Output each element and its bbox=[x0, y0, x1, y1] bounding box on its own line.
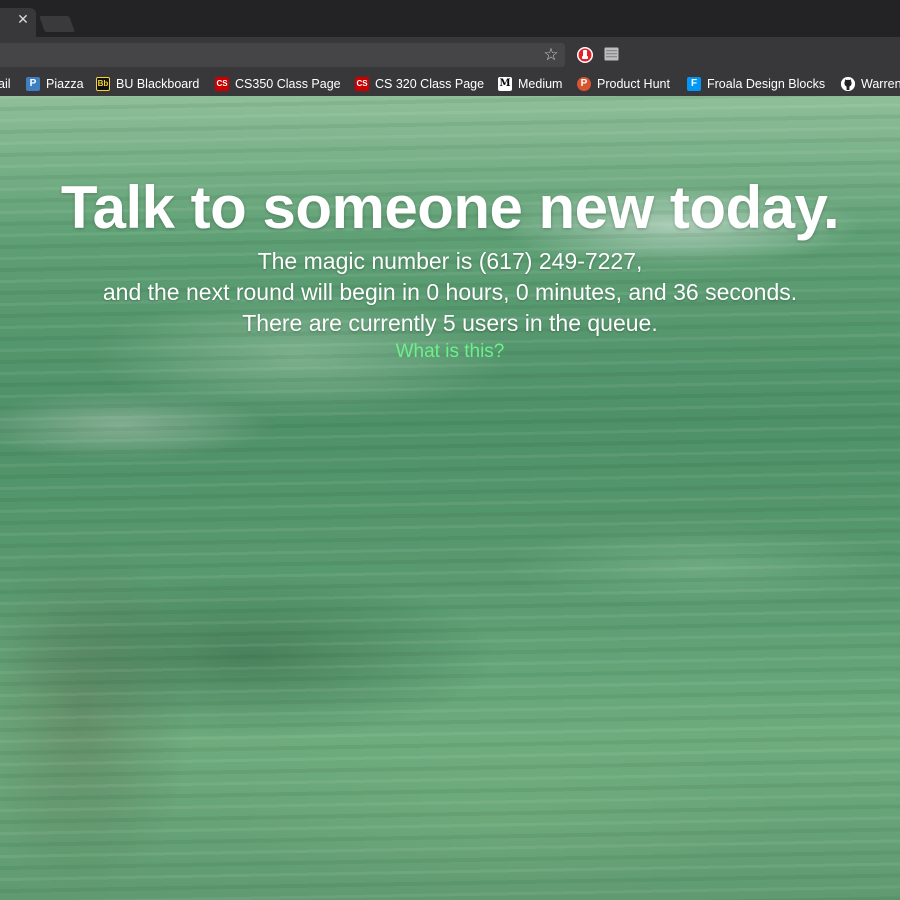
bookmark-github-warren[interactable]: Warren bbox=[841, 71, 900, 96]
queue-status-text: There are currently 5 users in the queue… bbox=[242, 310, 658, 336]
close-tab-icon[interactable]: ✕ bbox=[16, 13, 30, 27]
blackboard-icon: Bb bbox=[96, 76, 110, 91]
adblock-extension-icon[interactable] bbox=[575, 45, 595, 65]
bookmark-label: Product Hunt bbox=[597, 76, 670, 91]
froala-icon: F bbox=[687, 76, 701, 91]
magic-number-text: The magic number is (617) 249-7227, bbox=[257, 248, 643, 274]
bookmark-label: Medium bbox=[518, 76, 563, 91]
bookmark-cs320[interactable]: CS CS 320 Class Page bbox=[355, 71, 484, 96]
piazza-icon: P bbox=[26, 76, 40, 91]
bookmark-bu-blackboard[interactable]: Bb BU Blackboard bbox=[96, 71, 199, 96]
tab-strip: ✕ bbox=[0, 0, 900, 37]
bookmark-cs350[interactable]: CS CS350 Class Page bbox=[215, 71, 341, 96]
bookmark-product-hunt[interactable]: P Product Hunt bbox=[577, 71, 670, 96]
product-hunt-icon: P bbox=[577, 76, 591, 91]
bookmark-label: CS 320 Class Page bbox=[375, 76, 485, 91]
bookmark-star-icon[interactable]: ☆ bbox=[541, 45, 561, 65]
bookmark-label: ail bbox=[0, 76, 11, 91]
bookmarks-bar: ail P Piazza Bb BU Blackboard CS CS350 C… bbox=[0, 71, 900, 96]
cs-icon: CS bbox=[355, 76, 369, 91]
page-viewport: Talk to someone new today. The magic num… bbox=[0, 96, 900, 900]
extension-icon[interactable] bbox=[604, 47, 619, 61]
bookmark-label: BU Blackboard bbox=[116, 76, 200, 91]
medium-icon: M bbox=[498, 76, 512, 91]
what-is-this-link[interactable]: What is this? bbox=[0, 340, 900, 364]
page-headline: Talk to someone new today. bbox=[60, 174, 840, 241]
bookmark-label: Warren bbox=[861, 76, 900, 91]
bookmark-label: CS350 Class Page bbox=[235, 76, 341, 91]
bookmark-piazza[interactable]: P Piazza bbox=[26, 71, 84, 96]
address-bar[interactable] bbox=[0, 43, 565, 67]
bookmark-medium[interactable]: M Medium bbox=[498, 71, 562, 96]
countdown-text: and the next round will begin in 0 hours… bbox=[102, 279, 798, 305]
new-tab-button[interactable] bbox=[39, 16, 75, 32]
bookmark-label: Froala Design Blocks bbox=[707, 76, 826, 91]
github-icon bbox=[841, 76, 855, 91]
cs-icon: CS bbox=[215, 76, 229, 91]
bookmark-gmail[interactable]: ail bbox=[0, 71, 11, 96]
bookmark-froala[interactable]: F Froala Design Blocks bbox=[687, 71, 825, 96]
bookmark-label: Piazza bbox=[46, 76, 84, 91]
browser-toolbar bbox=[0, 37, 900, 71]
